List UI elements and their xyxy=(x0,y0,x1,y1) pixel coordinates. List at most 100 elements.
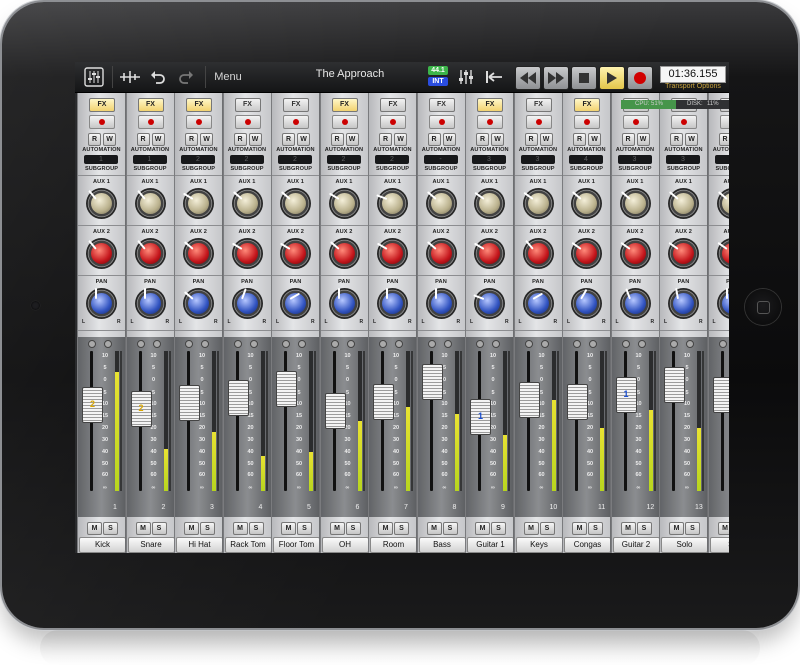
pan-knob[interactable] xyxy=(280,288,311,319)
mute-button[interactable]: M xyxy=(232,522,248,535)
solo-button[interactable]: S xyxy=(588,522,603,535)
fx-button[interactable]: FX xyxy=(574,98,600,112)
automation-read-button[interactable]: R xyxy=(233,133,247,146)
subgroup-select[interactable]: 4 xyxy=(569,155,603,164)
channel-name[interactable]: OH xyxy=(321,537,368,553)
automation-read-button[interactable]: R xyxy=(427,133,441,146)
home-button[interactable] xyxy=(745,289,781,325)
automation-write-button[interactable]: W xyxy=(297,133,310,146)
solo-button[interactable]: S xyxy=(636,522,652,535)
record-arm-button[interactable] xyxy=(137,115,164,129)
subgroup-select[interactable]: 2 xyxy=(229,155,264,164)
automation-write-button[interactable]: W xyxy=(491,133,504,146)
mute-button[interactable]: M xyxy=(620,522,636,535)
fx-button[interactable]: FX xyxy=(380,98,406,112)
fx-button[interactable]: FX xyxy=(186,98,212,112)
pan-knob[interactable] xyxy=(183,288,214,319)
automation-read-button[interactable]: R xyxy=(88,133,101,146)
mute-button[interactable]: M xyxy=(717,522,729,535)
automation-write-button[interactable]: W xyxy=(200,133,213,146)
record-arm-button[interactable] xyxy=(671,115,697,129)
aux1-knob[interactable] xyxy=(376,188,408,219)
automation-read-button[interactable]: R xyxy=(524,133,538,146)
fx-button[interactable]: FX xyxy=(137,98,164,112)
automation-write-button[interactable]: W xyxy=(248,133,262,146)
automation-write-button[interactable]: W xyxy=(539,133,553,146)
aux1-knob[interactable] xyxy=(328,188,360,219)
subgroup-select[interactable]: 3 xyxy=(617,155,652,164)
solo-button[interactable]: S xyxy=(103,522,118,535)
play-button[interactable] xyxy=(599,66,625,90)
menu-button[interactable]: Menu xyxy=(211,65,245,89)
record-arm-button[interactable] xyxy=(331,115,358,129)
pan-knob[interactable] xyxy=(716,288,729,319)
volume-fader[interactable] xyxy=(227,379,249,416)
solo-button[interactable]: S xyxy=(345,522,361,535)
aux2-knob[interactable] xyxy=(522,238,554,269)
automation-write-button[interactable]: W xyxy=(103,133,116,146)
channel-name[interactable]: Kick xyxy=(79,537,125,553)
record-arm-button[interactable] xyxy=(89,115,115,129)
mute-button[interactable]: M xyxy=(669,522,684,535)
subgroup-select[interactable]: 2 xyxy=(181,155,215,164)
volume-fader[interactable] xyxy=(373,383,394,420)
record-arm-button[interactable] xyxy=(719,115,729,129)
pan-knob[interactable] xyxy=(571,288,602,319)
rewind-button[interactable] xyxy=(515,66,541,90)
aux2-knob[interactable] xyxy=(619,238,651,269)
automation-read-button[interactable]: R xyxy=(476,133,489,146)
fx-button[interactable]: FX xyxy=(428,98,455,112)
volume-fader[interactable]: 2 xyxy=(82,387,103,424)
aux2-knob[interactable] xyxy=(425,238,457,269)
volume-fader[interactable] xyxy=(712,377,729,413)
fx-button[interactable]: FX xyxy=(234,98,261,112)
automation-read-button[interactable]: R xyxy=(718,133,729,146)
channel-name[interactable]: Keys xyxy=(515,537,562,553)
volume-fader[interactable]: 1 xyxy=(470,399,491,436)
automation-write-button[interactable]: W xyxy=(151,133,165,146)
subgroup-select[interactable]: - xyxy=(423,155,458,164)
fx-button[interactable]: FX xyxy=(283,98,309,112)
channel-name[interactable]: Bass xyxy=(418,537,465,553)
record-arm-button[interactable] xyxy=(428,115,455,129)
aux2-knob[interactable] xyxy=(86,238,117,269)
fx-button[interactable]: FX xyxy=(525,98,552,112)
aux2-knob[interactable] xyxy=(716,238,729,269)
fx-button[interactable]: FX xyxy=(477,98,503,112)
mixer-view-icon[interactable] xyxy=(81,65,107,89)
channel-name[interactable]: Room xyxy=(370,537,416,553)
record-arm-button[interactable] xyxy=(234,115,261,129)
automation-read-button[interactable]: R xyxy=(379,133,392,146)
pan-knob[interactable] xyxy=(328,288,360,319)
automation-write-button[interactable]: W xyxy=(394,133,407,146)
aux1-knob[interactable] xyxy=(474,188,505,219)
mute-button[interactable]: M xyxy=(572,522,587,535)
solo-button[interactable]: S xyxy=(491,522,506,535)
return-to-start-icon[interactable] xyxy=(483,65,505,89)
aux2-knob[interactable] xyxy=(376,238,408,269)
automation-write-button[interactable]: W xyxy=(588,133,601,146)
mute-button[interactable]: M xyxy=(87,522,102,535)
pan-knob[interactable] xyxy=(668,287,699,319)
record-arm-button[interactable] xyxy=(283,115,309,129)
aux2-knob[interactable] xyxy=(473,238,505,269)
volume-fader[interactable] xyxy=(421,364,443,400)
channel-name[interactable]: Sh xyxy=(709,537,729,553)
channel-name[interactable]: Rack Tom xyxy=(224,537,271,553)
solo-button[interactable]: S xyxy=(685,522,700,535)
subgroup-select[interactable]: 3 xyxy=(714,155,729,164)
volume-fader[interactable] xyxy=(518,382,540,419)
aux2-knob[interactable] xyxy=(231,238,263,269)
automation-read-button[interactable]: R xyxy=(330,133,344,146)
aux1-knob[interactable] xyxy=(425,188,457,219)
aux1-knob[interactable] xyxy=(619,188,651,219)
automation-write-button[interactable]: W xyxy=(442,133,456,146)
mute-button[interactable]: M xyxy=(523,522,539,535)
pan-knob[interactable] xyxy=(619,288,651,319)
solo-button[interactable]: S xyxy=(200,522,215,535)
time-display[interactable]: 01:36.155 xyxy=(660,66,726,83)
channel-name[interactable]: Guitar 2 xyxy=(612,537,659,553)
subgroup-select[interactable]: 3 xyxy=(666,155,700,164)
mute-button[interactable]: M xyxy=(184,522,199,535)
volume-fader[interactable]: 1 xyxy=(615,377,637,413)
